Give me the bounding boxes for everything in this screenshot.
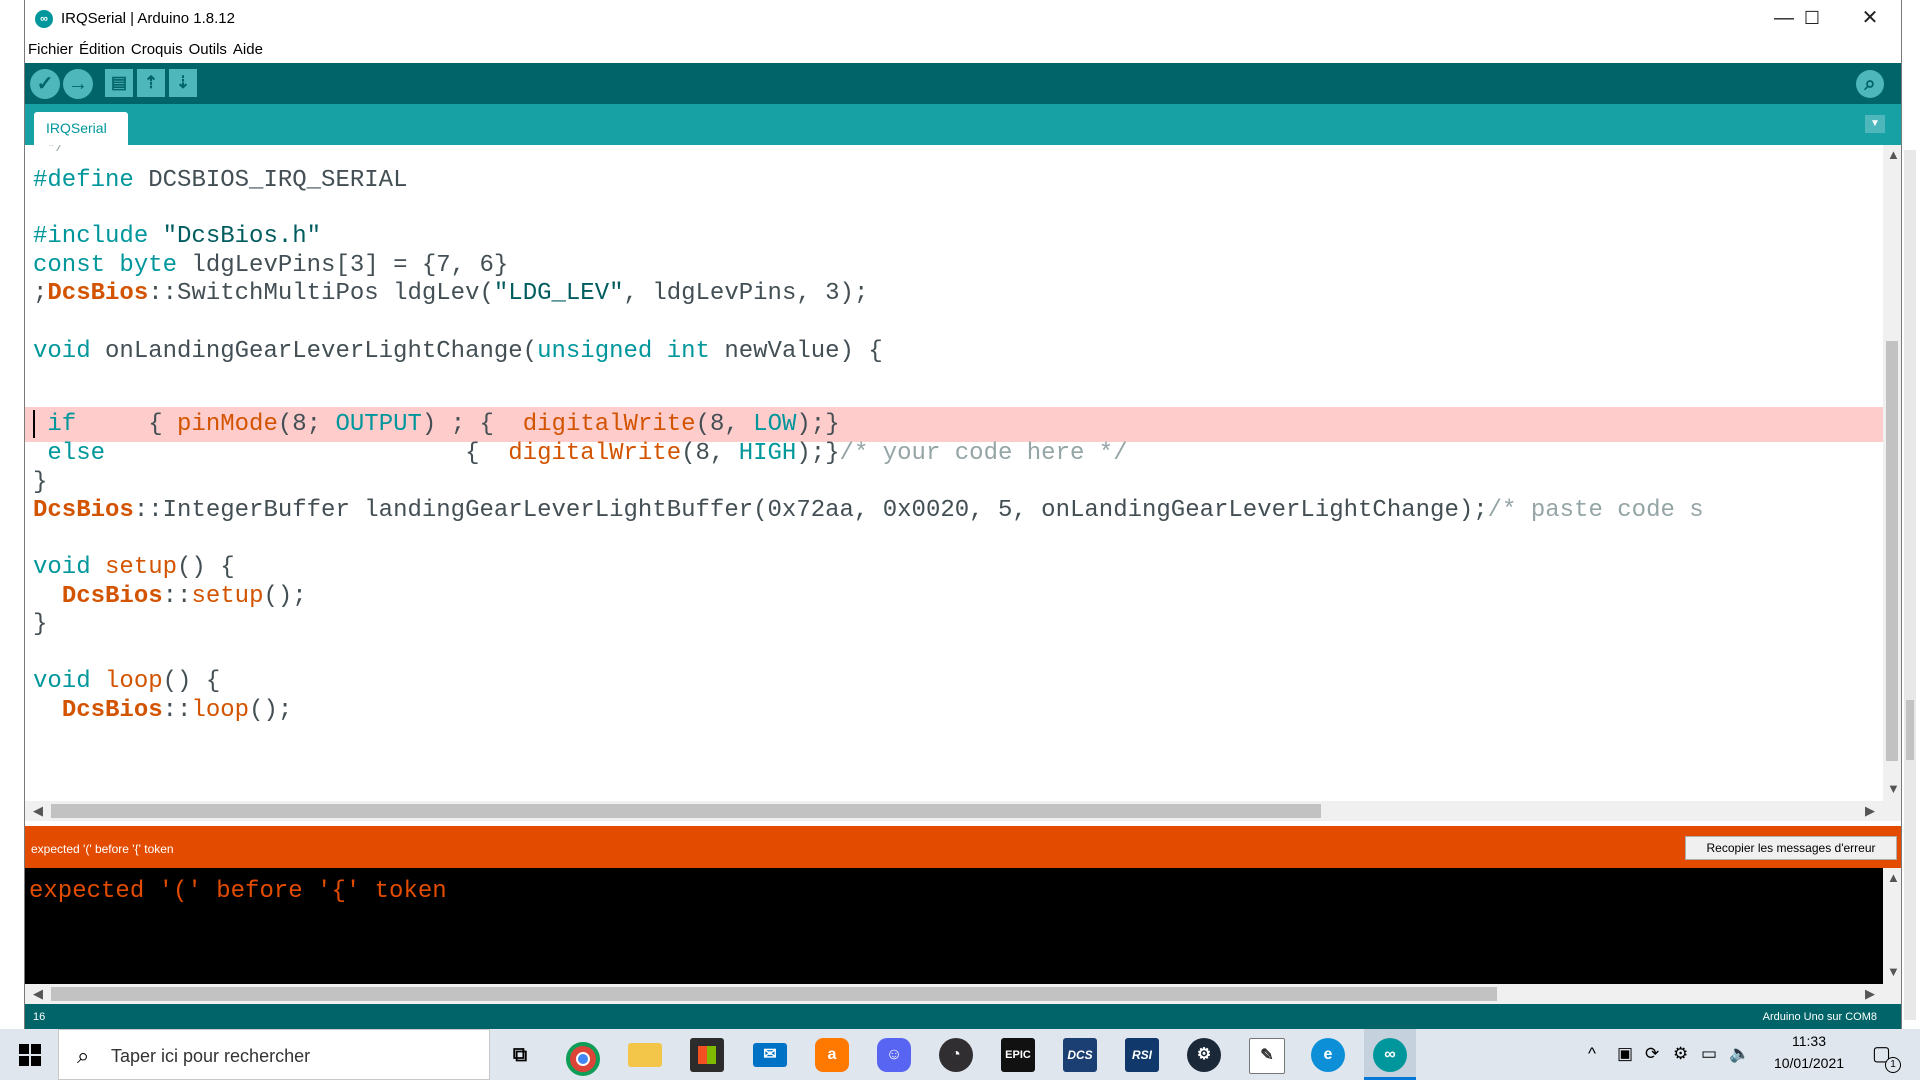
code-line: DcsBios::setup(); (61, 583, 307, 610)
code-line: #define DCSBIOS_IRQ_SERIAL (33, 167, 408, 194)
scroll-right-icon[interactable]: ▶ (1865, 803, 1875, 819)
chrome-icon[interactable] (566, 1042, 600, 1076)
avast-icon[interactable]: a (815, 1038, 849, 1072)
notification-badge: 1 (1885, 1057, 1901, 1073)
background-scrollbar-thumb[interactable] (1906, 700, 1914, 760)
steam-icon[interactable]: ⚙ (1187, 1038, 1221, 1072)
rsi-icon[interactable]: RSI (1125, 1038, 1159, 1072)
tab-bar: IRQSerial ▼ (25, 104, 1901, 145)
scroll-up-icon[interactable]: ▲ (1887, 147, 1900, 162)
line-number: 16 (33, 1011, 46, 1023)
windows-icon-part (19, 1056, 29, 1066)
epic-games-icon[interactable]: EPIC (1001, 1038, 1035, 1072)
code-editor[interactable]: */ #define DCSBIOS_IRQ_SERIAL #include "… (25, 145, 1883, 801)
clock-date[interactable]: 10/01/2021 (1768, 1055, 1850, 1071)
dcs-icon[interactable]: DCS (1063, 1038, 1097, 1072)
tab-menu-button[interactable]: ▼ (1865, 115, 1885, 133)
clock-time[interactable]: 11:33 (1774, 1033, 1844, 1049)
scrollbar-thumb[interactable] (1886, 341, 1898, 761)
maximize-button[interactable]: ☐ (1783, 0, 1841, 37)
open-icon[interactable]: ⇡ (137, 69, 165, 97)
scrollbar-thumb[interactable] (51, 804, 1321, 818)
title-bar[interactable]: ∞ IRQSerial | Arduino 1.8.12 — ☐ ✕ (25, 0, 1901, 37)
chevron-up-icon[interactable]: ^ (1588, 1044, 1596, 1064)
text-cursor (33, 410, 35, 438)
console-text: expected '(' before '{' token (29, 878, 447, 905)
meet-now-icon[interactable]: ▣ (1617, 1044, 1633, 1064)
arduino-icon[interactable]: ∞ (1373, 1038, 1407, 1072)
search-icon: ⌕ (77, 1043, 90, 1068)
window-title: IRQSerial | Arduino 1.8.12 (61, 10, 235, 27)
scroll-right-icon[interactable]: ▶ (1865, 986, 1875, 1002)
editor-horizontal-scrollbar[interactable]: ◀ ▶ (25, 801, 1901, 821)
copy-errors-button[interactable]: Recopier les messages d'erreur (1685, 836, 1897, 860)
search-placeholder: Taper ici pour rechercher (111, 1046, 311, 1066)
tab-irqserial[interactable]: IRQSerial (34, 112, 128, 145)
serial-monitor-icon[interactable]: ⌕ (1856, 70, 1884, 98)
desktop-left-edge (0, 0, 24, 1029)
menu-croquis[interactable]: Croquis (128, 37, 186, 58)
scroll-left-icon[interactable]: ◀ (33, 803, 43, 819)
edge-icon[interactable]: e (1311, 1038, 1345, 1072)
status-bar: 16 Arduino Uno sur COM8 (25, 1004, 1901, 1029)
console-output[interactable]: expected '(' before '{' token (25, 868, 1883, 984)
notepad-icon[interactable]: ✎ (1249, 1038, 1285, 1074)
discord-icon[interactable]: ☺ (877, 1038, 911, 1072)
code-line: DcsBios::IntegerBuffer landingGearLeverL… (33, 497, 1704, 524)
menu-edition[interactable]: Édition (76, 37, 128, 58)
taskbar: ⌕ Taper ici pour rechercher ⧉ ✉ a ☺ ◔ EP… (0, 1029, 1920, 1080)
scrollbar-thumb[interactable] (51, 987, 1497, 1001)
arduino-icon: ∞ (35, 10, 53, 28)
update-icon[interactable]: ⟳ (1645, 1044, 1659, 1064)
scroll-up-icon[interactable]: ▲ (1887, 870, 1900, 885)
windows-icon (19, 1044, 29, 1054)
obs-icon[interactable]: ◔ (939, 1038, 973, 1072)
scroll-down-icon[interactable]: ▼ (1887, 964, 1900, 979)
start-button[interactable] (0, 1029, 58, 1080)
toolbar: ✓ → ▤ ⇡ ⇣ ⌕ (25, 63, 1901, 104)
windows-icon-part (31, 1044, 41, 1054)
volume-icon[interactable]: 🔈 (1729, 1044, 1750, 1064)
taskbar-search-box[interactable]: ⌕ Taper ici pour rechercher (58, 1029, 490, 1080)
code-line: void onLandingGearLeverLightChange(unsig… (33, 338, 883, 365)
scroll-down-icon[interactable]: ▼ (1887, 781, 1900, 796)
arduino-window: ∞ IRQSerial | Arduino 1.8.12 — ☐ ✕ Fichi… (24, 0, 1902, 1029)
new-icon[interactable]: ▤ (105, 69, 133, 97)
console-vertical-scrollbar[interactable]: ▲ ▼ (1883, 868, 1901, 984)
menu-aide[interactable]: Aide (230, 37, 266, 58)
console-horizontal-scrollbar[interactable]: ◀ ▶ (25, 984, 1901, 1004)
tab-label: IRQSerial (46, 120, 107, 136)
code-line: ;DcsBios::SwitchMultiPos ldgLev("LDG_LEV… (33, 280, 869, 307)
store-icon[interactable] (690, 1038, 724, 1072)
steam-tray-icon[interactable]: ⚙ (1673, 1044, 1688, 1064)
code-line: DcsBios::loop(); (61, 697, 293, 724)
menu-fichier[interactable]: Fichier (25, 37, 76, 58)
file-explorer-icon[interactable] (628, 1043, 662, 1067)
close-button[interactable]: ✕ (1841, 0, 1899, 37)
verify-icon[interactable]: ✓ (30, 69, 60, 99)
menu-outils[interactable]: Outils (186, 37, 230, 58)
scroll-left-icon[interactable]: ◀ (33, 986, 43, 1002)
network-icon[interactable]: ▭ (1701, 1044, 1717, 1064)
menu-bar: Fichier Édition Croquis Outils Aide (25, 37, 1901, 63)
editor-vertical-scrollbar[interactable]: ▲ ▼ (1883, 145, 1901, 801)
code-line: else { digitalWrite(8, HIGH);}/* your co… (47, 440, 1128, 467)
error-status-bar: expected '(' before '{' token Recopier l… (25, 826, 1901, 868)
save-icon[interactable]: ⇣ (169, 69, 197, 97)
windows-icon-part (31, 1056, 41, 1066)
background-scrollbar[interactable] (1904, 150, 1916, 1020)
mail-icon[interactable]: ✉ (753, 1043, 787, 1067)
upload-icon[interactable]: → (63, 69, 93, 99)
error-message: expected '(' before '{' token (31, 842, 174, 856)
board-info: Arduino Uno sur COM8 (1762, 1011, 1877, 1023)
task-view-icon[interactable]: ⧉ (503, 1038, 537, 1072)
code-line: } (33, 611, 48, 638)
